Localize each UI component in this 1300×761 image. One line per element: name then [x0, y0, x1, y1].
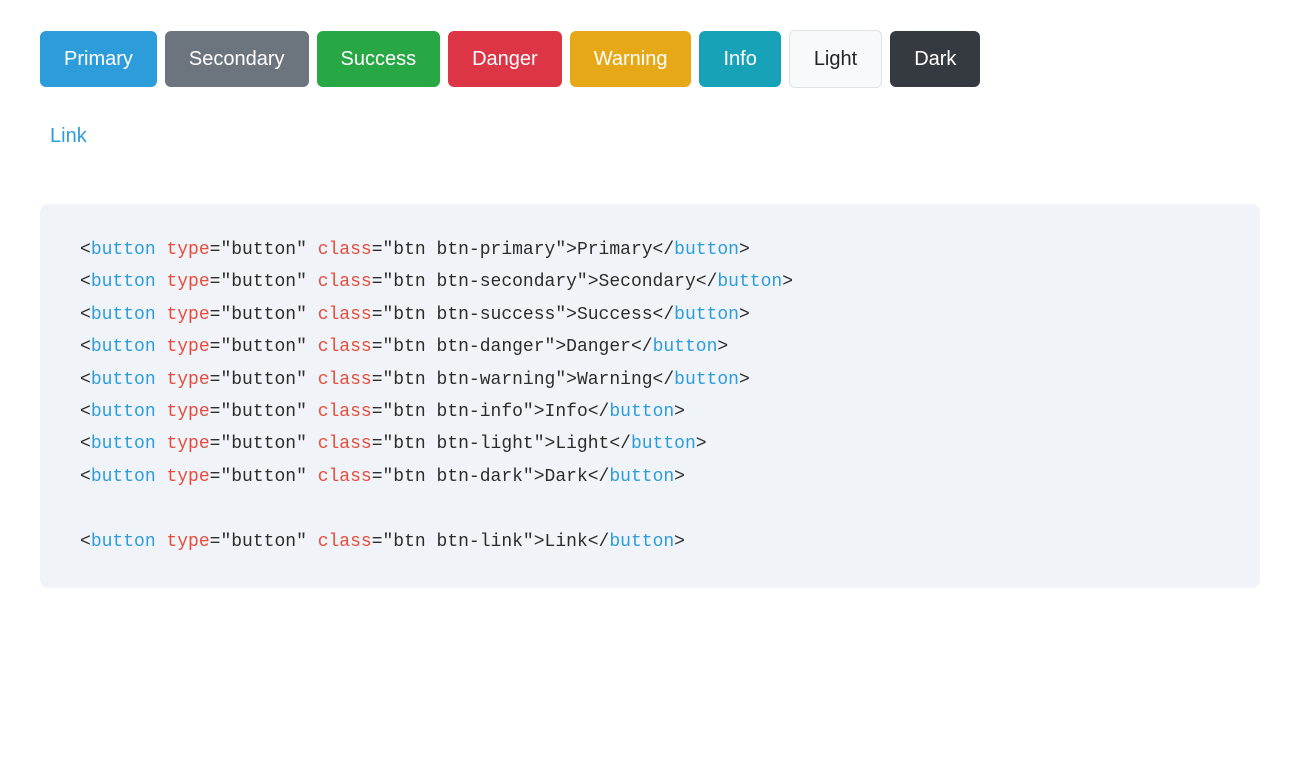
code-line-6: <button type="button" class="btn btn-inf…: [80, 396, 1220, 428]
code-line-2: <button type="button" class="btn btn-sec…: [80, 266, 1220, 298]
code-line-4: <button type="button" class="btn btn-dan…: [80, 331, 1220, 363]
code-line-8: <button type="button" class="btn btn-dar…: [80, 461, 1220, 493]
code-line-1: <button type="button" class="btn btn-pri…: [80, 234, 1220, 266]
btn-link[interactable]: Link: [40, 108, 97, 164]
btn-dark[interactable]: Dark: [890, 31, 980, 87]
btn-warning[interactable]: Warning: [570, 31, 692, 87]
code-block: <button type="button" class="btn btn-pri…: [40, 204, 1260, 588]
btn-secondary[interactable]: Secondary: [165, 31, 309, 87]
btn-primary[interactable]: Primary: [40, 31, 157, 87]
btn-info[interactable]: Info: [699, 31, 780, 87]
code-line-5: <button type="button" class="btn btn-war…: [80, 364, 1220, 396]
code-line-empty: [80, 493, 1220, 525]
code-line-3: <button type="button" class="btn btn-suc…: [80, 299, 1220, 331]
btn-light[interactable]: Light: [789, 30, 882, 88]
code-line-9: <button type="button" class="btn btn-lin…: [80, 526, 1220, 558]
buttons-row: Primary Secondary Success Danger Warning…: [40, 30, 1260, 88]
link-row: Link: [40, 108, 1260, 164]
btn-danger[interactable]: Danger: [448, 31, 562, 87]
code-line-7: <button type="button" class="btn btn-lig…: [80, 428, 1220, 460]
btn-success[interactable]: Success: [317, 31, 441, 87]
